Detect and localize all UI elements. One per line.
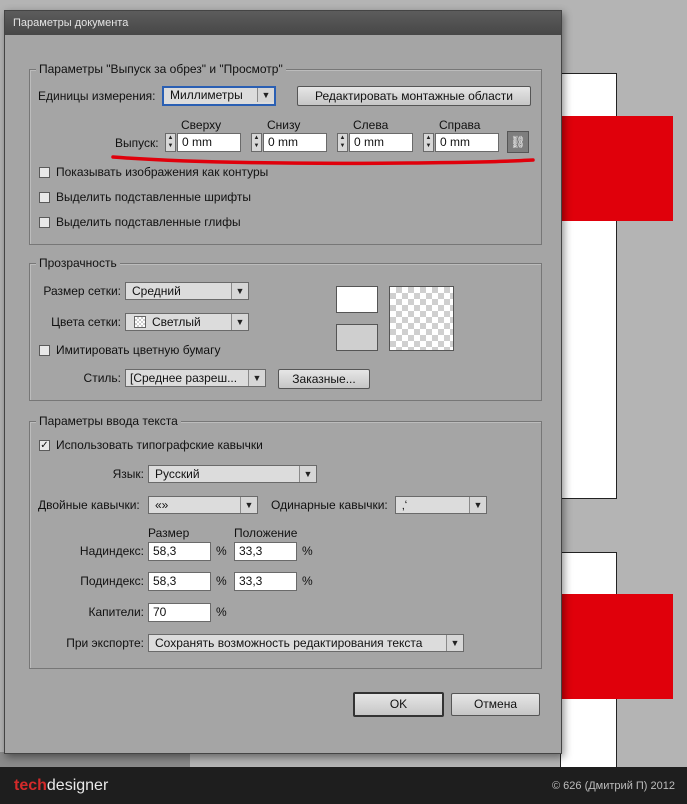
percent-sign: % bbox=[216, 605, 227, 619]
document-settings-dialog: Параметры документа Параметры "Выпуск за… bbox=[4, 10, 562, 754]
edit-artboards-button[interactable]: Редактировать монтажные области bbox=[297, 86, 531, 106]
double-quotes-select[interactable]: «» ▼ bbox=[148, 496, 258, 514]
language-select[interactable]: Русский ▼ bbox=[148, 465, 317, 483]
chevron-down-icon: ▼ bbox=[299, 466, 316, 482]
grid-color-swatch-1[interactable] bbox=[336, 286, 378, 313]
dialog-titlebar: Параметры документа bbox=[5, 11, 561, 35]
grid-colors-value: Светлый bbox=[152, 315, 201, 329]
left-field[interactable]: 0 mm bbox=[349, 133, 413, 152]
bleed-group-title: Параметры "Выпуск за обрез" и "Просмотр" bbox=[36, 62, 286, 76]
show-images-outline-label: Показывать изображения как контуры bbox=[56, 165, 269, 179]
style-label: Стиль: bbox=[83, 371, 121, 385]
grid-colors-label: Цвета сетки: bbox=[51, 315, 121, 329]
highlight-fonts-checkbox[interactable] bbox=[39, 192, 50, 203]
left-stepper[interactable]: ▲ ▼ bbox=[337, 133, 348, 152]
artboard-red-block-top bbox=[560, 116, 673, 221]
grid-colors-select[interactable]: Светлый ▼ bbox=[125, 313, 249, 331]
position-header: Положение bbox=[234, 526, 298, 540]
custom-button[interactable]: Заказные... bbox=[278, 369, 370, 389]
simulate-paper-checkbox[interactable] bbox=[39, 345, 50, 356]
percent-sign: % bbox=[216, 574, 227, 588]
grid-size-value: Средний bbox=[132, 284, 181, 298]
percent-sign: % bbox=[302, 544, 313, 558]
watermark-footer: techdesigner © 626 (Дмитрий П) 2012 bbox=[0, 767, 687, 804]
artboard-red-block-bottom bbox=[560, 594, 673, 699]
chevron-down-icon: ▼ bbox=[469, 497, 486, 513]
show-images-outline-checkbox[interactable] bbox=[39, 167, 50, 178]
right-stepper[interactable]: ▲ ▼ bbox=[423, 133, 434, 152]
subscript-label: Подиндекс: bbox=[80, 574, 144, 588]
right-label: Справа bbox=[439, 118, 481, 132]
checker-swatch-icon bbox=[134, 316, 146, 328]
single-quotes-select[interactable]: ‚‘ ▼ bbox=[395, 496, 487, 514]
grid-color-swatch-2[interactable] bbox=[336, 324, 378, 351]
style-value: [Среднее разреш... bbox=[130, 371, 238, 385]
techdesigner-logo: techdesigner bbox=[14, 777, 109, 794]
smallcaps-field[interactable]: 70 bbox=[148, 603, 211, 622]
percent-sign: % bbox=[302, 574, 313, 588]
units-select[interactable]: Миллиметры ▼ bbox=[162, 86, 276, 106]
right-field[interactable]: 0 mm bbox=[435, 133, 499, 152]
transparency-group-title: Прозрачность bbox=[36, 256, 120, 270]
units-label: Единицы измерения: bbox=[38, 89, 156, 103]
smallcaps-label: Капители: bbox=[88, 605, 144, 619]
language-label: Язык: bbox=[112, 467, 144, 481]
typographic-quotes-label: Использовать типографские кавычки bbox=[56, 438, 263, 452]
top-field[interactable]: 0 mm bbox=[177, 133, 241, 152]
export-label: При экспорте: bbox=[66, 636, 144, 650]
export-select[interactable]: Сохранять возможность редактирования тек… bbox=[148, 634, 464, 652]
copyright-text: © 626 (Дмитрий П) 2012 bbox=[552, 780, 675, 792]
subscript-position-field[interactable]: 33,3 bbox=[234, 572, 297, 591]
chevron-down-icon: ▼ bbox=[446, 635, 463, 651]
subscript-size-field[interactable]: 58,3 bbox=[148, 572, 211, 591]
grid-size-label: Размер сетки: bbox=[43, 284, 121, 298]
highlight-fonts-label: Выделить подставленные шрифты bbox=[56, 190, 252, 204]
units-value: Миллиметры bbox=[170, 88, 243, 102]
transparency-grid-preview bbox=[389, 286, 454, 351]
double-quotes-label: Двойные кавычки: bbox=[38, 498, 140, 512]
export-value: Сохранять возможность редактирования тек… bbox=[155, 636, 423, 650]
ok-button[interactable]: OK bbox=[353, 692, 444, 717]
bottom-stepper[interactable]: ▲ ▼ bbox=[251, 133, 262, 152]
canvas-strip bbox=[0, 752, 190, 767]
superscript-size-field[interactable]: 58,3 bbox=[148, 542, 211, 561]
style-select[interactable]: [Среднее разреш... ▼ bbox=[125, 369, 266, 387]
chevron-down-icon: ▼ bbox=[257, 88, 274, 102]
size-header: Размер bbox=[148, 526, 190, 540]
typographic-quotes-checkbox[interactable]: ✓ bbox=[39, 440, 50, 451]
language-value: Русский bbox=[155, 467, 200, 481]
link-chain-icon[interactable]: ⛓ bbox=[507, 131, 529, 153]
single-quotes-value: ‚‘ bbox=[402, 498, 408, 512]
bottom-field[interactable]: 0 mm bbox=[263, 133, 327, 152]
superscript-position-field[interactable]: 33,3 bbox=[234, 542, 297, 561]
chevron-down-icon: ▼ bbox=[231, 283, 248, 299]
left-label: Слева bbox=[353, 118, 389, 132]
chevron-down-icon: ▼ bbox=[240, 497, 257, 513]
highlight-glyphs-checkbox[interactable] bbox=[39, 217, 50, 228]
grid-size-select[interactable]: Средний ▼ bbox=[125, 282, 249, 300]
superscript-label: Надиндекс: bbox=[79, 544, 144, 558]
top-label: Сверху bbox=[181, 118, 222, 132]
cancel-button[interactable]: Отмена bbox=[451, 693, 540, 716]
chevron-down-icon: ▼ bbox=[231, 314, 248, 330]
highlight-glyphs-label: Выделить подставленные глифы bbox=[56, 215, 241, 229]
bleed-label: Выпуск: bbox=[115, 136, 159, 150]
percent-sign: % bbox=[216, 544, 227, 558]
chevron-down-icon: ▼ bbox=[248, 370, 265, 386]
top-stepper[interactable]: ▲ ▼ bbox=[165, 133, 176, 152]
single-quotes-label: Одинарные кавычки: bbox=[271, 498, 388, 512]
bottom-label: Снизу bbox=[267, 118, 301, 132]
double-quotes-value: «» bbox=[155, 498, 169, 512]
text-group-title: Параметры ввода текста bbox=[36, 414, 181, 428]
simulate-paper-label: Имитировать цветную бумагу bbox=[56, 343, 221, 357]
